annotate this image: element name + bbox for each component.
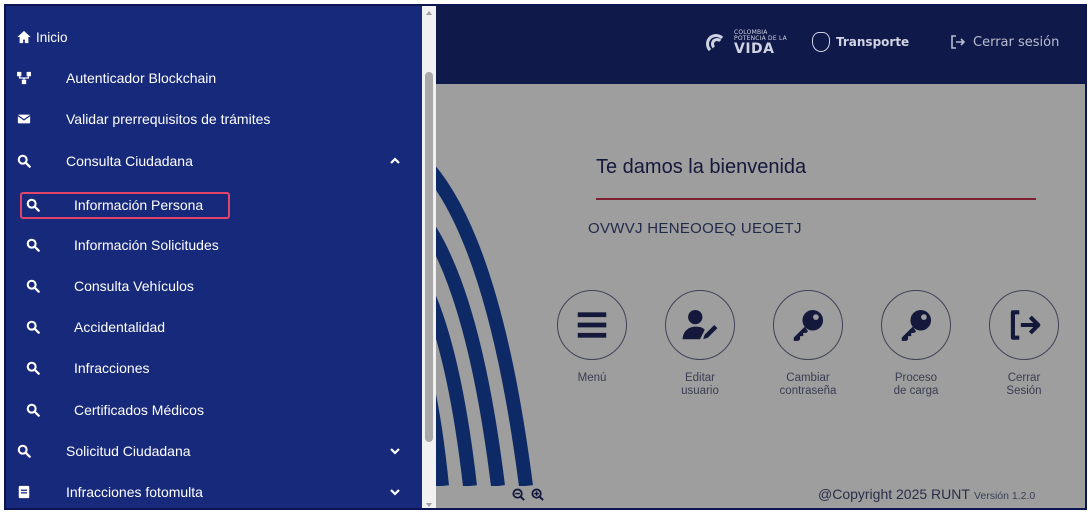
- menu-item-consulta-ciudadana[interactable]: Consulta Ciudadana: [6, 144, 422, 178]
- brand-big-text: VIDA: [734, 41, 775, 57]
- menu-item-informacion-persona[interactable]: Información Persona: [6, 188, 422, 222]
- seal-icon: [812, 32, 830, 52]
- search-icon: [24, 196, 42, 214]
- logout-icon: [1010, 310, 1041, 340]
- welcome-divider: [596, 198, 1036, 200]
- chevron-down-icon[interactable]: [388, 444, 402, 458]
- header-logout-label: Cerrar sesión: [973, 34, 1060, 50]
- menu-item-validar-prerrequisitos[interactable]: Validar prerrequisitos de trámites: [6, 102, 422, 136]
- menu-item-infracciones-fotomulta[interactable]: Infracciones fotomulta: [6, 475, 422, 508]
- logout-icon: [951, 35, 966, 49]
- shortcut-upload-process-label: Proceso de carga: [893, 372, 939, 397]
- menu-item-label: Consulta Ciudadana: [66, 153, 193, 169]
- shortcut-change-password[interactable]: Cambiar contraseña: [763, 290, 853, 397]
- brand-transporte: Transporte: [812, 32, 909, 52]
- menu-item-accidentalidad[interactable]: Accidentalidad: [6, 310, 422, 344]
- search-icon: [24, 318, 42, 336]
- shortcut-menu-label: Menú: [577, 372, 607, 384]
- shortcut-upload-process[interactable]: Proceso de carga: [871, 290, 961, 397]
- menu-item-label: Información Persona: [74, 197, 204, 213]
- user-name: OVWVJ HENEOOEQ UEOETJ: [588, 220, 802, 237]
- home-icon: [15, 28, 33, 46]
- chevron-up-icon[interactable]: [388, 154, 402, 168]
- ministry-label: Transporte: [836, 35, 910, 49]
- menu-item-label: Certificados Médicos: [74, 402, 204, 418]
- search-icon: [24, 401, 42, 419]
- drawer-scrollbar-thumb[interactable]: [425, 72, 433, 442]
- shortcut-change-password-label: Cambiar contraseña: [779, 372, 837, 397]
- menu-item-label: Inicio: [36, 29, 68, 45]
- menu-item-solicitud-ciudadana[interactable]: Solicitud Ciudadana: [6, 434, 422, 468]
- scroll-up-icon[interactable]: [425, 9, 433, 17]
- version-text: Versión 1.2.0: [973, 490, 1036, 502]
- app-frame: COLOMBIA POTENCIA DE LA VIDA Transporte …: [4, 4, 1087, 510]
- menu-item-label: Infracciones: [74, 360, 150, 376]
- search-icon: [15, 152, 33, 170]
- menu-item-label: Validar prerrequisitos de trámites: [66, 111, 271, 127]
- brand-colombia-vida: COLOMBIA POTENCIA DE LA VIDA: [706, 30, 787, 56]
- shortcut-logout[interactable]: Cerrar Sesión: [979, 290, 1069, 397]
- document-icon: [15, 483, 33, 501]
- menu-item-consulta-vehiculos[interactable]: Consulta Vehículos: [6, 269, 422, 303]
- search-icon: [24, 277, 42, 295]
- decorative-stripes: [426, 156, 533, 486]
- search-icon: [24, 236, 42, 254]
- chevron-down-icon[interactable]: [388, 485, 402, 499]
- welcome-title: Te damos la bienvenida: [596, 156, 807, 178]
- menu-item-informacion-solicitudes[interactable]: Información Solicitudes: [6, 228, 422, 262]
- menu-item-autenticador-blockchain[interactable]: Autenticador Blockchain: [6, 61, 422, 95]
- envelope-icon: [15, 110, 33, 128]
- menu-item-label: Infracciones fotomulta: [66, 484, 203, 500]
- menu-item-certificados-medicos[interactable]: Certificados Médicos: [6, 393, 422, 427]
- menu-item-label: Accidentalidad: [74, 319, 166, 335]
- menu-item-inicio[interactable]: Inicio: [6, 20, 422, 54]
- menu-item-label: Consulta Vehículos: [74, 278, 194, 294]
- search-icon: [24, 359, 42, 377]
- vida-logo-icon: [706, 32, 728, 54]
- side-menu-drawer: Inicio Autenticador Blockchain Validar p…: [6, 6, 422, 508]
- menu-item-label: Autenticador Blockchain: [66, 70, 217, 86]
- menu-item-infracciones[interactable]: Infracciones: [6, 351, 422, 385]
- menu-item-label: Información Solicitudes: [74, 237, 219, 253]
- header-logout-button[interactable]: Cerrar sesión: [950, 34, 1059, 50]
- search-icon: [15, 442, 33, 460]
- menu-item-label: Solicitud Ciudadana: [66, 443, 191, 459]
- key-icon: [793, 309, 824, 341]
- footer: @Copyright 2025 RUNT Versión 1.2.0: [818, 486, 1035, 502]
- shortcut-menu[interactable]: Menú: [547, 290, 637, 385]
- shortcut-edit-user-label: Editar usuario: [681, 372, 719, 397]
- zoom-tools: [512, 488, 544, 501]
- copyright-text: @Copyright 2025 RUNT: [818, 486, 970, 502]
- zoom-out-icon[interactable]: [512, 488, 525, 501]
- shortcut-edit-user[interactable]: Editar usuario: [655, 290, 745, 397]
- key-icon: [901, 309, 932, 341]
- zoom-in-icon[interactable]: [531, 488, 544, 501]
- user-edit-icon: [682, 309, 718, 340]
- network-icon: [15, 69, 33, 87]
- menu-icon: [577, 312, 607, 338]
- shortcut-logout-label: Cerrar Sesión: [1006, 372, 1042, 397]
- scroll-down-icon[interactable]: [425, 501, 433, 509]
